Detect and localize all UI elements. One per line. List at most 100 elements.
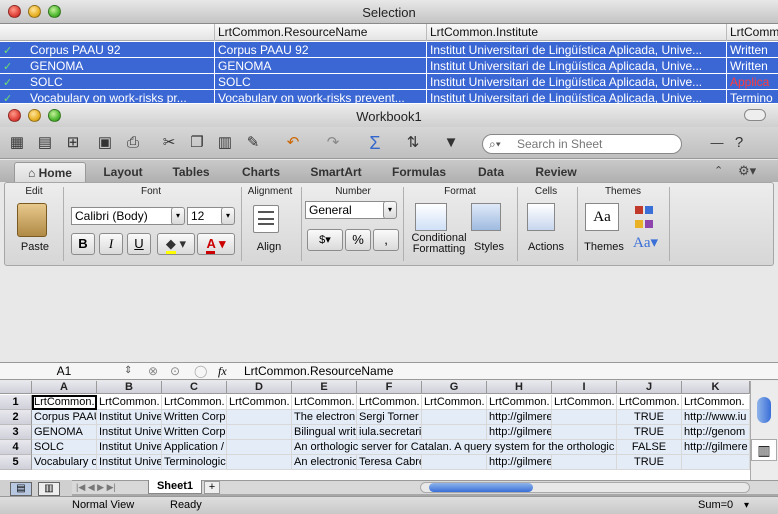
cell[interactable]: Corpus PAAU	[32, 410, 97, 425]
undo-icon[interactable]: ↶	[282, 133, 304, 153]
cell[interactable]: http://gilmere	[682, 440, 750, 455]
function-circle-icon[interactable]: ◯	[194, 364, 207, 378]
selection-row[interactable]: ✓ SOLC SOLC Institut Universitari de Lin…	[0, 74, 778, 90]
percent-button[interactable]: %	[345, 229, 371, 251]
zoom-out-icon[interactable]: —	[706, 133, 728, 153]
copy-icon[interactable]: ❐	[186, 133, 208, 153]
cell[interactable]: LrtCommon.	[162, 395, 227, 410]
paste-options-icon[interactable]: ▥	[751, 439, 777, 461]
underline-button[interactable]: U	[127, 233, 151, 255]
cell[interactable]	[552, 410, 617, 425]
column-header[interactable]: D	[227, 381, 292, 394]
status-sum-label[interactable]: Sum=0	[698, 497, 733, 514]
column-header[interactable]: F	[357, 381, 422, 394]
gear-icon[interactable]: ⚙▾	[738, 163, 756, 179]
selection-header-col3[interactable]: LrtCommon	[726, 24, 778, 41]
selection-row[interactable]: ✓ Corpus PAAU 92 Corpus PAAU 92 Institut…	[0, 42, 778, 58]
cell[interactable]	[422, 455, 487, 470]
open-icon[interactable]: ⊞	[62, 133, 84, 153]
cell[interactable]	[227, 410, 292, 425]
comma-button[interactable]: ,	[373, 229, 399, 251]
cut-icon[interactable]: ✂	[158, 133, 180, 153]
name-box[interactable]: A1	[4, 363, 124, 379]
cell[interactable]: LrtCommon.	[32, 395, 97, 410]
themes-icon[interactable]: Aa	[585, 203, 619, 231]
save-icon[interactable]: ▣	[94, 133, 116, 153]
cell[interactable]: LrtCommon.	[552, 395, 617, 410]
print-icon[interactable]: ⎙	[122, 133, 144, 153]
paste-clipboard-icon[interactable]	[17, 203, 47, 237]
name-box-stepper-icon[interactable]: ⇕	[124, 363, 132, 379]
sheet-tab[interactable]: Sheet1	[148, 480, 202, 494]
number-format-dropdown-icon[interactable]: ▾	[383, 201, 397, 219]
column-header[interactable]: A	[32, 381, 97, 394]
styles-icon[interactable]	[471, 203, 501, 231]
sort-icon[interactable]: ⇅	[402, 133, 424, 153]
horizontal-scrollbar[interactable]	[420, 482, 750, 493]
formula-input[interactable]: LrtCommon.ResourceName	[244, 363, 393, 379]
new-icon[interactable]: ▦	[6, 133, 28, 153]
row-header[interactable]: 5	[0, 455, 32, 470]
cell[interactable]: FALSE	[617, 440, 682, 455]
cell[interactable]: Written Corpus	[162, 425, 227, 440]
cell[interactable]: LrtCommon.	[617, 395, 682, 410]
font-size-dropdown-icon[interactable]: ▾	[221, 207, 235, 225]
cell[interactable]: SOLC	[32, 440, 97, 455]
row-header[interactable]: 3	[0, 425, 32, 440]
cell[interactable]: Institut Unive	[97, 455, 162, 470]
column-header[interactable]: K	[682, 381, 750, 394]
number-format-select[interactable]: General	[305, 201, 385, 219]
cell[interactable]	[227, 425, 292, 440]
tab-data[interactable]: Data	[464, 162, 518, 182]
format-painter-icon[interactable]: ✎	[242, 133, 264, 153]
cell[interactable]: Vocabulary o	[32, 455, 97, 470]
column-header[interactable]: C	[162, 381, 227, 394]
cell[interactable]: LrtCommon.	[487, 395, 552, 410]
tab-review[interactable]: Review	[524, 162, 588, 182]
row-header[interactable]: 4	[0, 440, 32, 455]
cell[interactable]: The electron	[292, 410, 357, 425]
cell[interactable]: Application / Tool	[162, 440, 227, 455]
column-header[interactable]: J	[617, 381, 682, 394]
cell[interactable]: http://gilmere.upf.edu/oa	[487, 455, 552, 470]
cell[interactable]: Bilingual writ	[292, 425, 357, 440]
tab-layout[interactable]: Layout	[92, 162, 154, 182]
tab-formulas[interactable]: Formulas	[380, 162, 458, 182]
cell[interactable]: LrtCommon.	[357, 395, 422, 410]
font-size-select[interactable]: 12	[187, 207, 223, 225]
font-color-button[interactable]: A ▾	[197, 233, 235, 255]
toolbar-toggle-icon[interactable]	[744, 109, 766, 121]
cell[interactable]	[422, 425, 487, 440]
help-icon[interactable]: ?	[728, 133, 750, 153]
cell[interactable]: Institut Unive	[97, 410, 162, 425]
add-sheet-icon[interactable]: +	[204, 481, 220, 494]
row-header[interactable]: 1	[0, 395, 32, 410]
italic-button[interactable]: I	[99, 233, 123, 255]
tab-home[interactable]: ⌂ Home	[14, 162, 86, 182]
selection-header-col1[interactable]: LrtCommon.ResourceName	[214, 24, 426, 41]
cell[interactable]: Terminological Resource	[162, 455, 227, 470]
scroll-thumb[interactable]	[757, 397, 771, 423]
align-icon[interactable]	[253, 205, 279, 233]
accounting-format-button[interactable]: $▾	[307, 229, 343, 251]
cells-actions-icon[interactable]	[527, 203, 555, 231]
autosum-icon[interactable]: Σ	[364, 133, 386, 153]
tab-tables[interactable]: Tables	[160, 162, 222, 182]
cell[interactable]: Institut Unive	[97, 425, 162, 440]
theme-fonts-icon[interactable]: Aa▾	[633, 233, 658, 252]
filter-icon[interactable]: ▼	[440, 133, 462, 153]
enter-icon[interactable]: ⊙	[170, 364, 180, 378]
vertical-scrollbar[interactable]: ▥	[750, 381, 778, 480]
column-header[interactable]: B	[97, 381, 162, 394]
cell[interactable]	[227, 440, 292, 455]
fill-color-button[interactable]: ◆ ▾	[157, 233, 195, 255]
cell[interactable]: LrtCommon.	[682, 395, 750, 410]
paste-icon[interactable]: ▥	[214, 133, 236, 153]
column-header[interactable]: E	[292, 381, 357, 394]
cell[interactable]: An electronic	[292, 455, 357, 470]
cell[interactable]: LrtCommon.	[422, 395, 487, 410]
sum-dropdown-icon[interactable]: ▾	[744, 497, 749, 514]
cell[interactable]: GENOMA	[32, 425, 97, 440]
cell[interactable]: Teresa Cabré <teresa.cabr	[357, 455, 422, 470]
sheet-nav-icon[interactable]: |◀ ◀ ▶ ▶|	[76, 481, 116, 494]
